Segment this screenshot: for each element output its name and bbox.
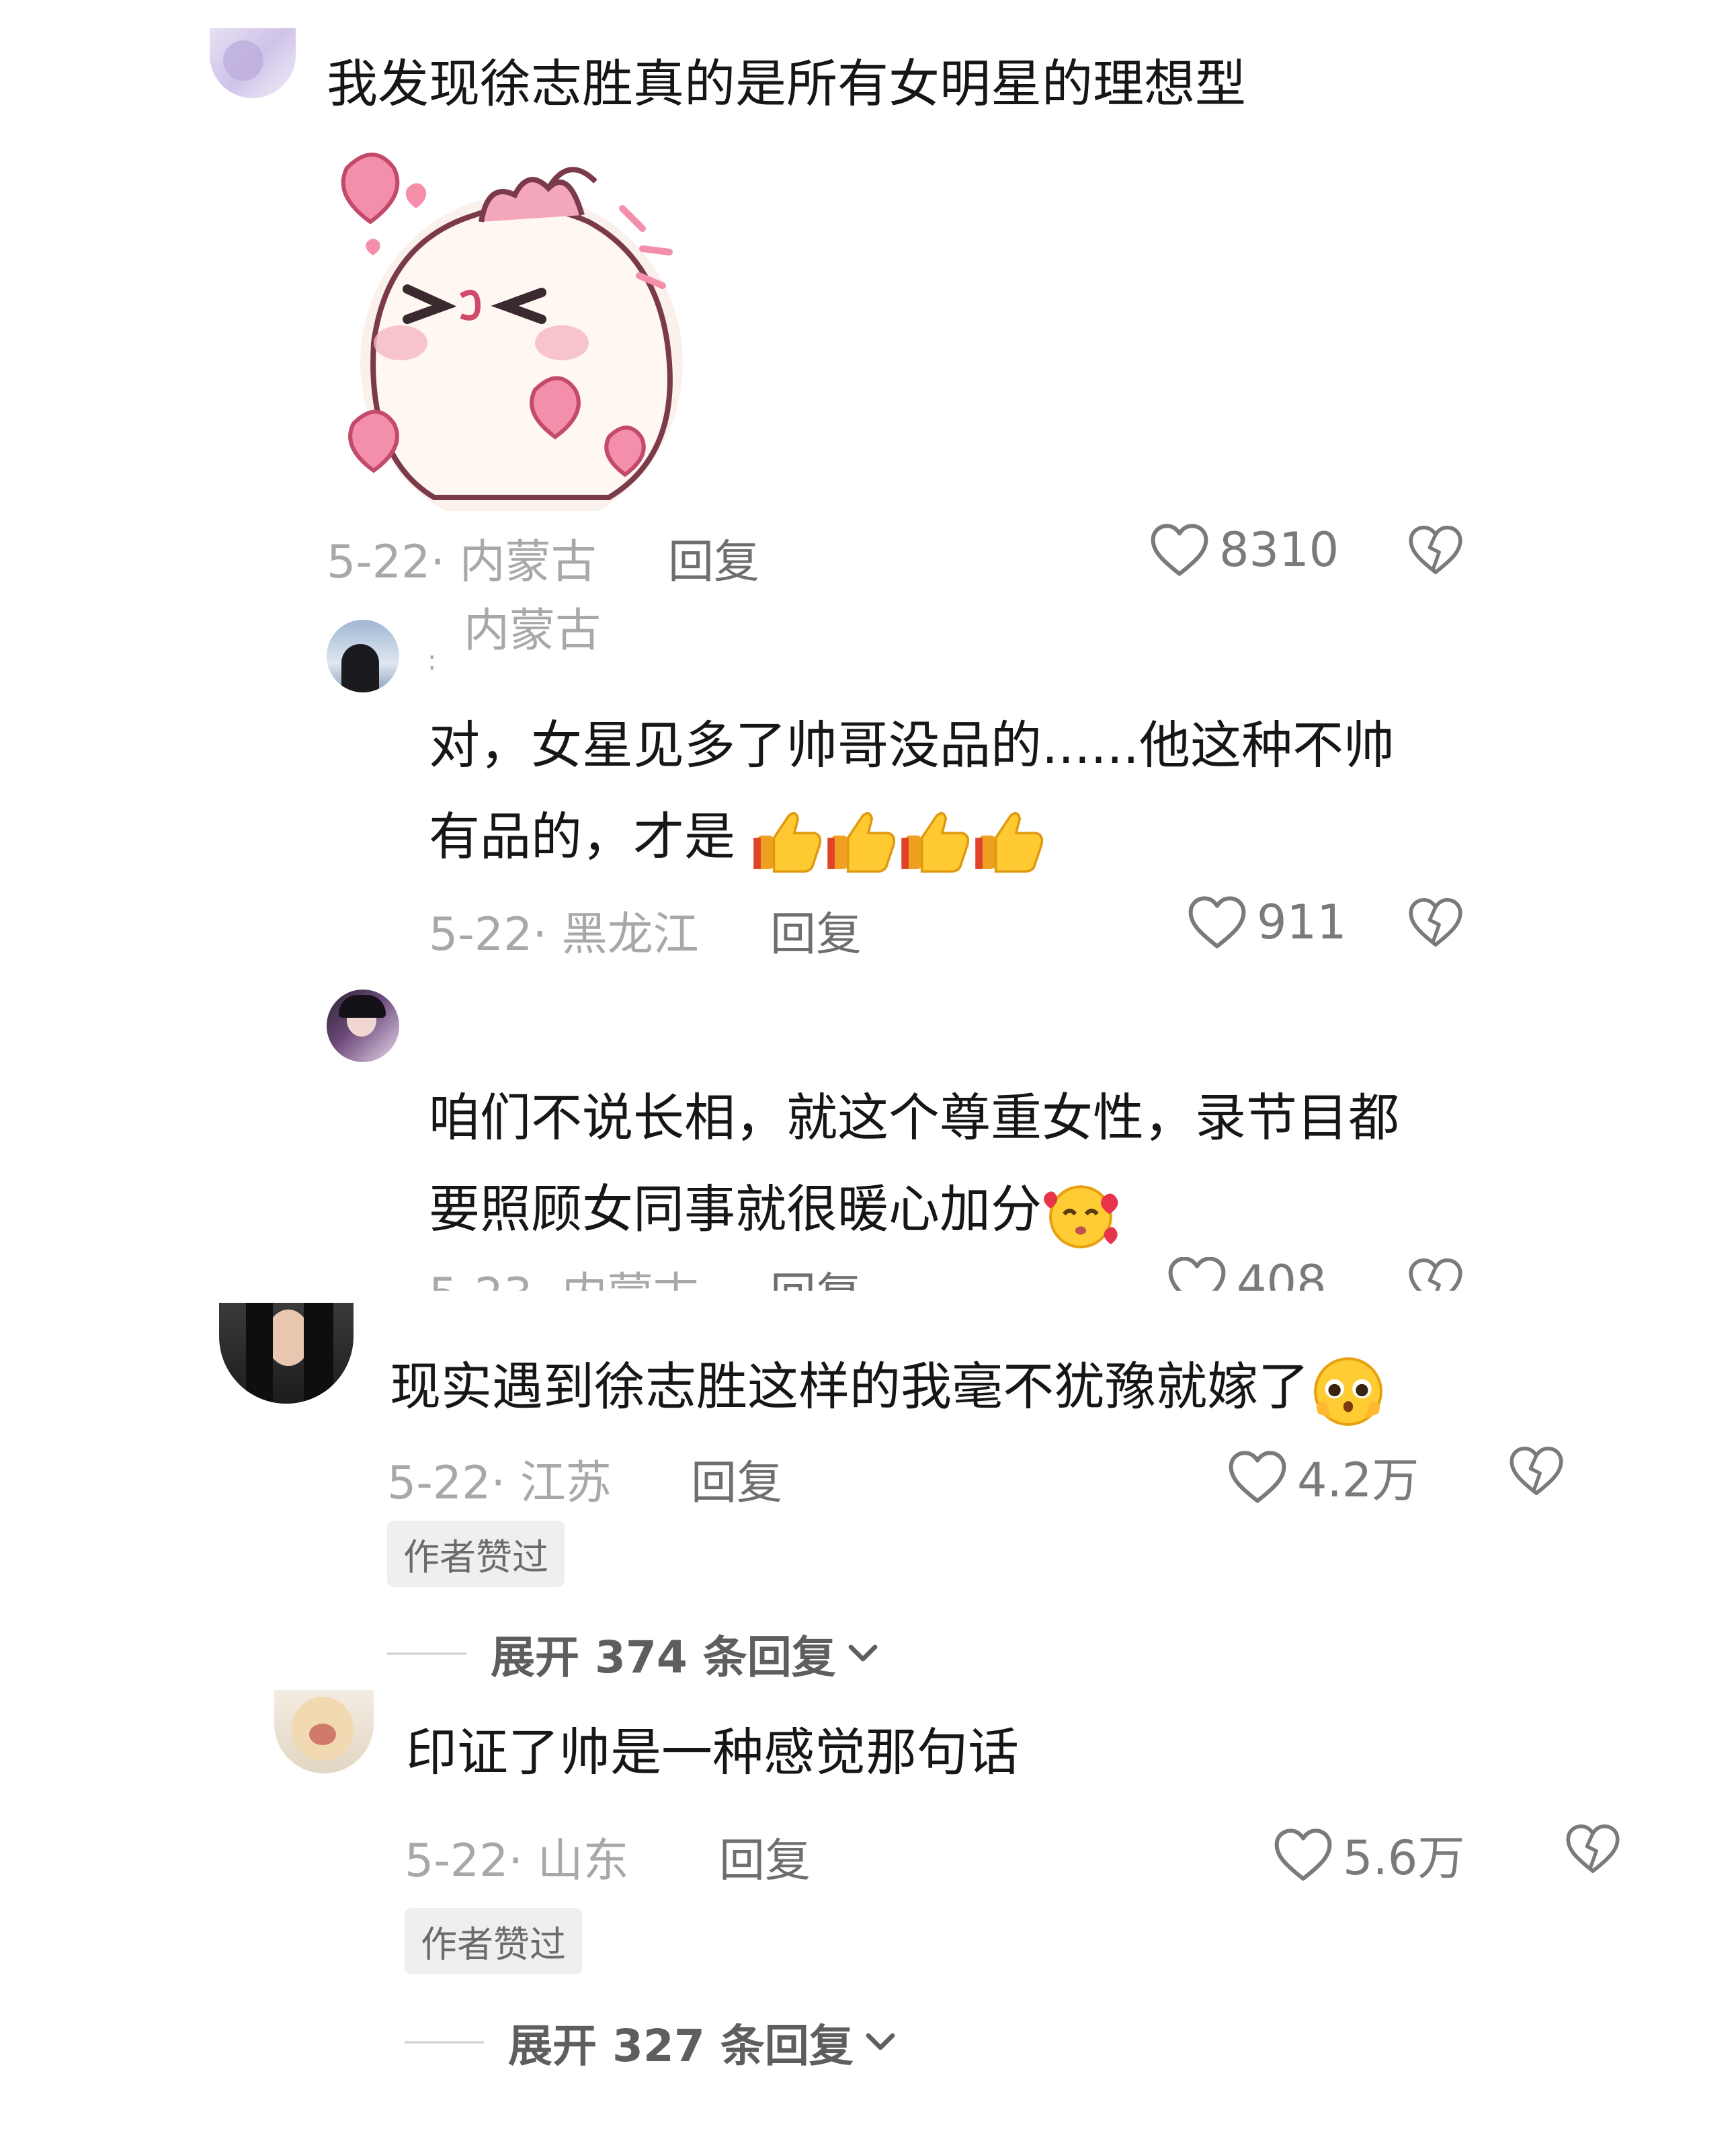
reply-button[interactable]: 回复 [719, 1823, 811, 1890]
reply-location-extra: 内蒙古 [464, 604, 602, 657]
reply-text: 要照顾女同事就很暖心加分 [429, 1179, 1042, 1239]
comment-text: 现实遇到徐志胜这样的我毫不犹豫就嫁了 [390, 1357, 1309, 1416]
like-count: 408 [1237, 1257, 1327, 1291]
comment-text-row: 现实遇到徐志胜这样的我毫不犹豫就嫁了 [390, 1340, 1387, 1433]
comment-location: 山东 [537, 1835, 629, 1888]
chevron-down-icon [848, 1644, 878, 1662]
chevron-down-icon [866, 2033, 895, 2050]
comment-location: 江苏 [520, 1457, 612, 1510]
pleading-face-emoji [1314, 1357, 1382, 1426]
heart-outline-icon [1188, 896, 1246, 949]
comment-location: 内蒙古 [459, 536, 597, 589]
reply-text: 有品的，才是 [429, 807, 735, 867]
divider-line [405, 2041, 484, 2044]
comment-meta: 5-22· 江苏 [387, 1445, 612, 1512]
like-count: 4.2万 [1297, 1453, 1419, 1508]
expand-replies-button[interactable]: 展开 374 条回复 [387, 1621, 880, 1686]
reply-text-line-2: 有品的，才是 [429, 791, 1047, 883]
comment-text: 印证了帅是一种感觉那句话 [406, 1722, 1019, 1782]
heart-outline-icon [1168, 1257, 1226, 1291]
avatar[interactable] [219, 1303, 354, 1404]
like-button[interactable]: 911 [1187, 894, 1347, 951]
comment-meta: 5-22· 山东 [405, 1823, 629, 1890]
reply-text-line-1: 对，女星见多了帅哥没品的......他这种不帅 [429, 715, 1395, 775]
meta-separator: · [532, 1269, 547, 1291]
author-liked-badge: 作者赞过 [387, 1521, 565, 1587]
expand-replies-label: 展开 327 条回复 [508, 2020, 854, 2072]
like-count: 5.6万 [1343, 1831, 1465, 1886]
reply-button[interactable]: 回复 [668, 524, 759, 591]
clipped-meta-row: 5-23· 内蒙古 回复 408 [403, 1257, 1479, 1291]
reply-location: 内蒙古 [562, 1269, 699, 1291]
comment-meta: 5-22· 内蒙古 [327, 524, 597, 591]
like-button[interactable]: 5.6万 [1273, 1820, 1464, 1888]
reply-date: 5-22 [429, 908, 533, 961]
like-button[interactable]: 408 [1167, 1257, 1327, 1291]
like-button[interactable]: 8310 [1149, 522, 1339, 578]
broken-heart-icon[interactable] [1508, 1443, 1565, 1499]
divider-line [387, 1652, 466, 1655]
meta-separator: · [491, 1457, 505, 1510]
broken-heart-icon[interactable] [1407, 522, 1464, 578]
thumbs-up-icon [753, 811, 822, 873]
heart-outline-icon [1274, 1828, 1332, 1881]
reply-username: : [427, 645, 437, 676]
comment-text: 我发现徐志胜真的是所有女明星的理想型 [327, 54, 1246, 114]
meta-separator: · [532, 908, 547, 961]
pink-hamster-heart-sticker [327, 141, 703, 531]
heart-outline-icon [1151, 524, 1208, 576]
reply-meta: 5-23· 内蒙古 [429, 1257, 699, 1291]
avatar[interactable] [274, 1690, 374, 1773]
comment-date: 5-22 [387, 1457, 491, 1510]
thumbs-up-icon [975, 811, 1044, 873]
avatar[interactable] [210, 28, 296, 98]
heart-outline-icon [1229, 1450, 1286, 1503]
broken-heart-icon[interactable] [1407, 894, 1464, 951]
comment-date: 5-22 [405, 1835, 509, 1888]
broken-heart-icon[interactable] [1407, 1257, 1464, 1291]
thumbs-up-emoji-group [735, 807, 1047, 873]
reply-button[interactable]: 回复 [770, 897, 862, 963]
reply-text-line-2: 要照顾女同事就很暖心加分 [429, 1163, 1125, 1256]
reply-button[interactable]: 回复 [770, 1257, 862, 1291]
comment-date: 5-22 [327, 536, 431, 589]
reply-text-line-1: 咱们不说长相，就这个尊重女性，录节目都 [429, 1088, 1399, 1148]
reply-button[interactable]: 回复 [691, 1445, 782, 1512]
avatar[interactable] [327, 990, 399, 1062]
broken-heart-icon[interactable] [1565, 1820, 1621, 1877]
thumbs-up-icon [827, 811, 896, 873]
blushing-hearts-emoji [1044, 1185, 1118, 1248]
reply-location: 黑龙江 [561, 908, 699, 961]
thumbs-up-icon [901, 811, 970, 873]
like-button[interactable]: 4.2万 [1227, 1443, 1419, 1511]
expand-replies-label: 展开 374 条回复 [491, 1632, 836, 1683]
meta-separator: · [430, 536, 445, 589]
expand-replies-button[interactable]: 展开 327 条回复 [405, 2010, 898, 2075]
reply-date: 5-23 [429, 1269, 532, 1291]
author-liked-badge: 作者赞过 [405, 1908, 582, 1974]
avatar[interactable] [327, 620, 399, 692]
reply-meta: 5-22· 黑龙江 [429, 897, 699, 963]
like-count: 8310 [1219, 522, 1339, 577]
like-count: 911 [1257, 895, 1347, 950]
meta-separator: · [508, 1835, 523, 1888]
